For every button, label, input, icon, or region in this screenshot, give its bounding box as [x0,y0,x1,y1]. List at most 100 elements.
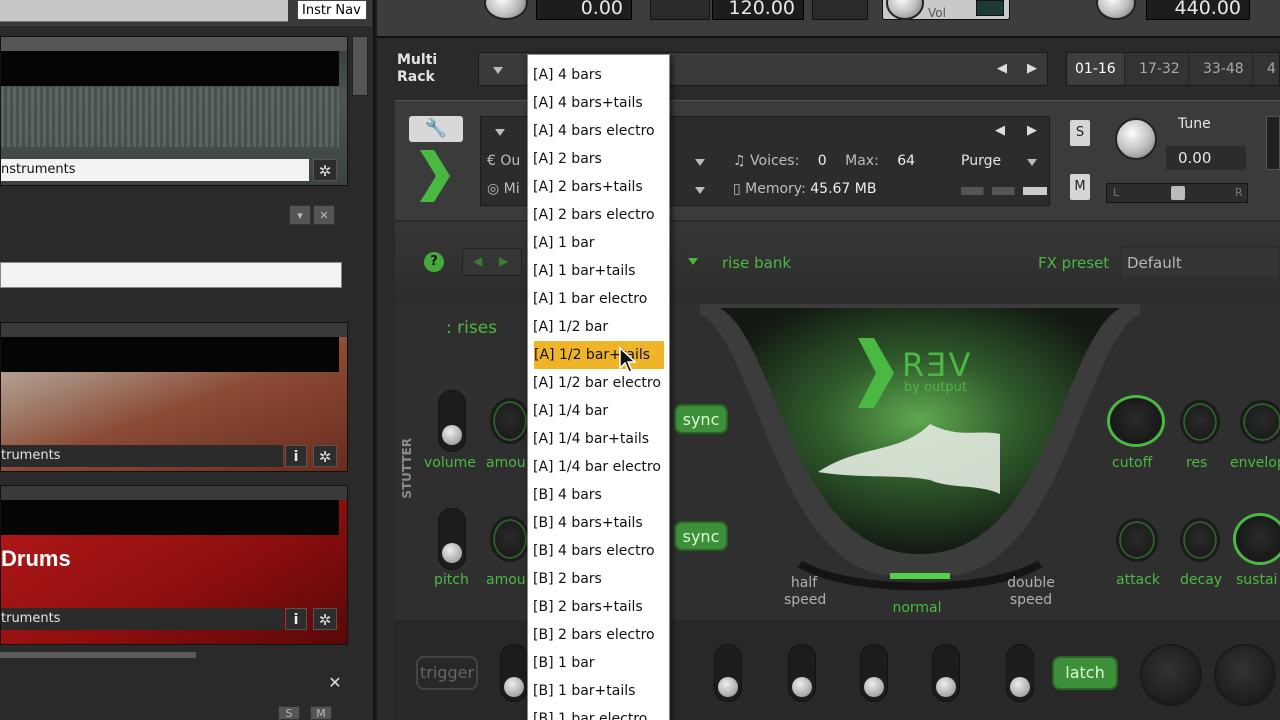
help-icon[interactable]: ? [424,252,444,272]
tune-value[interactable]: 0.00 [1166,146,1246,170]
slider-thumb[interactable] [442,425,462,445]
rack-page-tab[interactable]: 01-16 [1067,53,1125,85]
trigger-button[interactable]: trigger [416,656,478,690]
prev-arrow-icon[interactable]: ◀ [995,123,1005,138]
latch-button[interactable]: latch [1052,656,1118,690]
menu-item[interactable]: [A] 1 bar electro [528,285,669,313]
menu-item[interactable]: [B] 1 bar+tails [528,677,669,705]
menu-item[interactable]: [A] 1/2 bar [528,313,669,341]
menu-item[interactable]: [A] 2 bars [528,145,669,173]
browser-search-field[interactable] [0,0,288,22]
sustain-knob[interactable] [1236,516,1280,562]
transport-buttons[interactable] [650,0,710,20]
library-tile[interactable]: truments i ✲ [0,322,348,472]
bottom-knob[interactable] [1214,644,1276,706]
envelope-knob[interactable] [1240,400,1280,444]
fx-preset-select[interactable]: Default [1120,246,1280,278]
info-icon[interactable]: i [285,608,307,630]
mini-slider[interactable] [860,644,888,702]
info-icon[interactable]: i [285,445,307,467]
solo-button[interactable]: S [1070,120,1090,146]
menu-item[interactable]: [A] 1/4 bar+tails [528,425,669,453]
pitch-slider[interactable] [438,508,466,570]
browser-text-field[interactable] [0,262,342,288]
amount-knob[interactable] [490,398,530,444]
library-tile[interactable]: Drums truments i ✲ [0,485,348,645]
next-arrow-icon[interactable]: ▶ [1027,123,1037,138]
output-selector[interactable]: € Ou [487,153,520,169]
rack-page-tab[interactable]: 4 [1259,53,1280,85]
rack-page-tab[interactable]: 17-32 [1131,53,1189,85]
instr-nav-button[interactable]: Instr Nav [297,0,367,20]
menu-item[interactable]: [B] 1 bar electro [528,705,669,720]
next-arrow-icon[interactable]: ▶ [499,254,508,268]
browser-hscrollbar[interactable] [0,652,196,658]
menu-item[interactable]: [B] 2 bars [528,565,669,593]
gear-icon[interactable]: ✲ [313,608,337,630]
gear-icon[interactable]: ✲ [313,159,337,181]
mini-slider[interactable] [1006,644,1034,702]
menu-item[interactable]: [A] 2 bars+tails [528,173,669,201]
menu-item[interactable]: [A] 4 bars+tails [528,89,669,117]
dropdown-icon[interactable] [1027,159,1037,166]
menu-item[interactable]: [A] 1/4 bar electro [528,453,669,481]
toolbar-value-field[interactable]: 0.00 [536,0,632,20]
half-speed-label[interactable]: half speed [784,575,826,609]
menu-item-selected[interactable]: [A] 1/2 bar+tails [534,341,664,369]
browser-scrollbar[interactable] [352,36,368,96]
dropdown-icon[interactable] [695,159,705,166]
mini-slider[interactable] [500,644,528,702]
master-tune-field[interactable]: 440.00 [1146,0,1250,20]
sync-button[interactable]: sync [674,404,728,434]
mute-button[interactable]: M [1070,174,1090,200]
menu-item[interactable]: [B] 2 bars electro [528,621,669,649]
pan-slider[interactable]: L R [1106,183,1248,203]
menu-item[interactable]: [B] 4 bars [528,481,669,509]
midi-selector[interactable]: ◎ Mi [487,181,520,197]
dropdown-icon[interactable] [695,187,705,194]
toolbar-button[interactable] [812,0,868,20]
slider-thumb[interactable] [1010,677,1030,697]
prev-arrow-icon[interactable]: ◀ [997,61,1007,76]
slider-thumb[interactable] [442,543,462,563]
menu-item[interactable]: [B] 2 bars+tails [528,593,669,621]
prev-arrow-icon[interactable]: ◀ [473,254,482,268]
double-speed-label[interactable]: double speed [1006,575,1056,609]
dropdown-icon[interactable]: ▾ [289,205,311,225]
library-tile[interactable]: nstruments ✲ [0,36,348,186]
menu-item[interactable]: [A] 1/2 bar electro [528,369,669,397]
wrench-icon[interactable]: 🔧 [409,116,463,142]
cutoff-knob[interactable] [1110,398,1162,444]
mini-slider[interactable] [714,644,742,702]
dropdown-icon[interactable] [688,258,698,265]
slider-thumb[interactable] [936,677,956,697]
close-icon[interactable]: ✕ [326,674,344,692]
menu-item[interactable]: [A] 4 bars [528,61,669,89]
bottom-knob[interactable] [1140,644,1202,706]
decay-knob[interactable] [1180,518,1220,562]
menu-item[interactable]: [A] 1 bar [528,229,669,257]
menu-item[interactable]: [A] 1 bar+tails [528,257,669,285]
mute-button[interactable]: M [310,706,332,720]
amount-knob[interactable] [490,516,530,562]
gear-icon[interactable]: ✲ [313,445,337,467]
purge-button[interactable]: Purge [961,153,1001,169]
dropdown-icon[interactable] [493,67,503,74]
menu-item[interactable]: [A] 4 bars electro [528,117,669,145]
close-icon[interactable]: ✕ [313,205,335,225]
slider-thumb[interactable] [792,677,812,697]
tempo-field[interactable]: 120.00 [712,0,804,20]
bank-nav-buttons[interactable]: ◀ ▶ [462,248,522,276]
solo-button[interactable]: S [278,706,300,720]
attack-knob[interactable] [1116,518,1158,562]
normal-speed-label[interactable]: normal [890,600,944,617]
slider-thumb[interactable] [864,677,884,697]
pan-center-thumb[interactable] [1171,186,1185,200]
res-knob[interactable] [1180,400,1220,444]
menu-item[interactable]: [B] 1 bar [528,649,669,677]
tune-knob[interactable] [1115,118,1157,160]
mini-slider[interactable] [788,644,816,702]
menu-item[interactable]: [B] 4 bars electro [528,537,669,565]
menu-item[interactable]: [A] 2 bars electro [528,201,669,229]
slider-thumb[interactable] [504,677,524,697]
